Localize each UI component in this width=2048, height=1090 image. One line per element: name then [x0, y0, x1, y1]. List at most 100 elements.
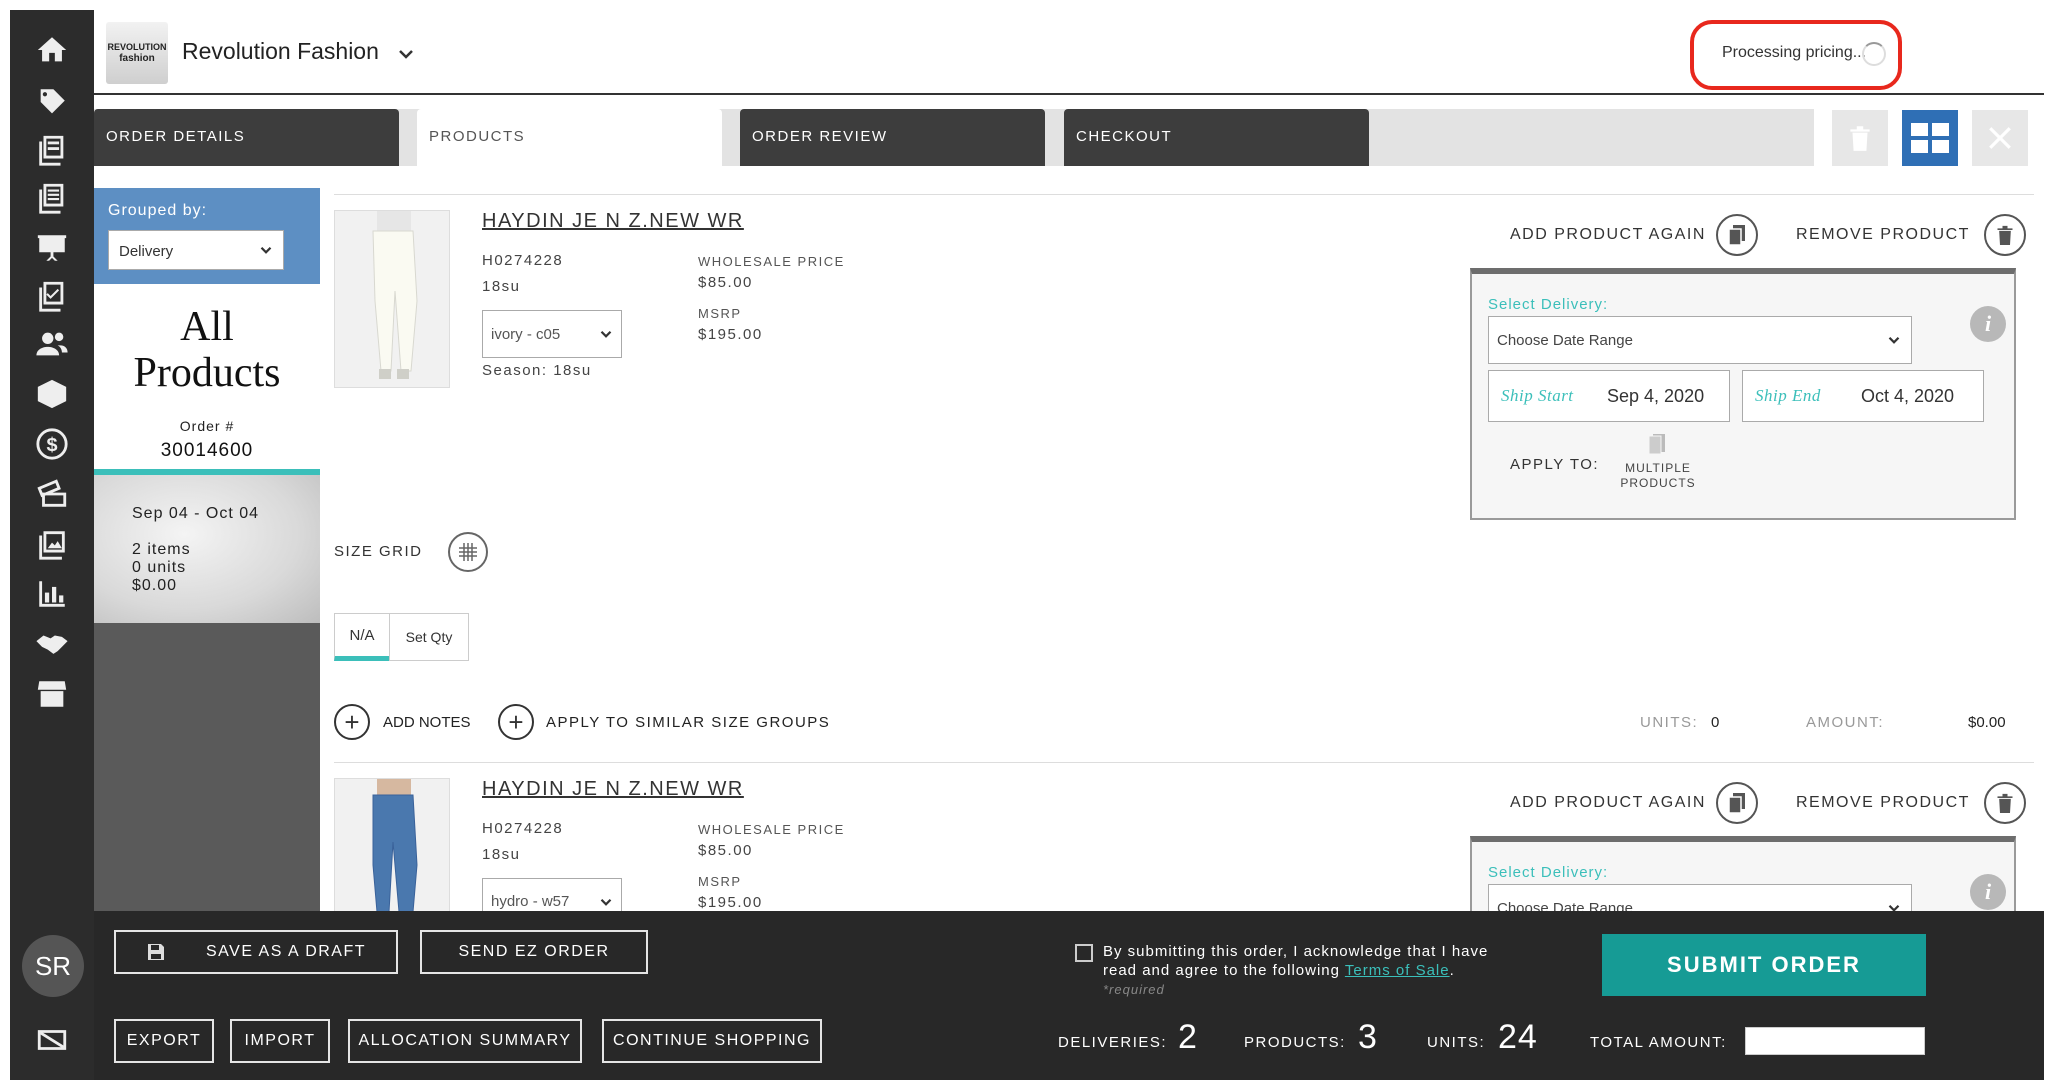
product-season: Season: 18su: [482, 362, 592, 379]
brand-name[interactable]: Revolution Fashion: [182, 38, 379, 65]
close-button[interactable]: [1972, 110, 2028, 166]
msrp-label: MSRP: [698, 306, 742, 321]
dollar-icon[interactable]: $: [10, 416, 94, 472]
total-amount-label: TOTAL AMOUNT:: [1590, 1034, 1727, 1051]
copy-icon: [1728, 793, 1745, 814]
chevron-down-icon: [600, 898, 612, 906]
terms-checkbox[interactable]: [1075, 944, 1093, 962]
qty-tab-na[interactable]: N/A: [334, 613, 390, 661]
date-range-select[interactable]: Choose Date Range: [1488, 884, 1912, 911]
amount-label: AMOUNT:: [1806, 714, 1884, 731]
ship-end-value: Oct 4, 2020: [1861, 386, 1955, 406]
color-select[interactable]: hydro - w57: [482, 878, 622, 911]
page-title: All Products: [94, 304, 320, 396]
chevron-down-icon[interactable]: [394, 42, 418, 66]
grid-icon: [1911, 123, 1949, 153]
users-icon[interactable]: [10, 316, 94, 372]
group-by-value: Delivery: [119, 243, 174, 260]
terms-text: By submitting this order, I acknowledge …: [1103, 942, 1488, 999]
brand-logo: REVOLUTION fashion: [106, 22, 168, 84]
add-notes-label[interactable]: ADD NOTES: [383, 714, 471, 731]
order-number-label: Order #: [179, 418, 235, 434]
info-icon[interactable]: i: [1970, 306, 2006, 342]
ticket-icon[interactable]: [10, 466, 94, 522]
amount-value: $0.00: [1968, 714, 2006, 731]
add-product-again-button[interactable]: [1716, 782, 1758, 824]
left-panel-filler: [94, 623, 320, 911]
product-name-link[interactable]: HAYDIN JE N Z.NEW WR: [482, 778, 744, 801]
send-ez-order-button[interactable]: SEND EZ ORDER: [420, 930, 648, 974]
apply-multiple-products[interactable]: MULTIPLE PRODUCTS: [1608, 432, 1708, 491]
save-icon: [147, 944, 164, 960]
deliveries-count: 2: [1178, 1018, 1198, 1056]
remove-product-label[interactable]: REMOVE PRODUCT: [1796, 226, 1970, 244]
terms-prefix: read and agree to the following: [1103, 962, 1345, 979]
date-range-value: Choose Date Range: [1497, 900, 1633, 911]
submit-order-button[interactable]: SUBMIT ORDER: [1602, 934, 1926, 996]
storefront-icon[interactable]: [10, 666, 94, 722]
product-photo-icon: [335, 779, 449, 911]
group-by-select[interactable]: Delivery: [108, 230, 284, 270]
ship-start-label: Ship Start: [1501, 386, 1574, 405]
tab-order-review[interactable]: ORDER REVIEW: [740, 109, 1045, 166]
date-range-select[interactable]: Choose Date Range: [1488, 316, 1912, 364]
required-note: *required: [1103, 982, 1165, 997]
msrp-price: $195.00: [698, 894, 763, 911]
terms-line-1: By submitting this order, I acknowledge …: [1103, 943, 1489, 960]
ship-end-field[interactable]: Ship End Oct 4, 2020: [1742, 370, 1984, 422]
avatar[interactable]: SR: [22, 935, 84, 997]
product-image[interactable]: [334, 210, 450, 388]
handshake-icon[interactable]: [10, 616, 94, 672]
delivery-units: 0 units: [132, 559, 187, 576]
delivery-dates: Sep 04 - Oct 04: [132, 505, 260, 522]
units-total: 24: [1498, 1018, 1538, 1056]
apply-similar-label[interactable]: APPLY TO SIMILAR SIZE GROUPS: [546, 714, 830, 731]
logo-subtext: fashion: [119, 53, 155, 64]
info-icon[interactable]: i: [1970, 874, 2006, 910]
terms-line-2: read and agree to the following Terms of…: [1103, 961, 1488, 980]
tab-order-details[interactable]: ORDER DETAILS: [94, 109, 399, 166]
spinner-icon: [1862, 42, 1886, 66]
product-name-link[interactable]: HAYDIN JE N Z.NEW WR: [482, 210, 744, 233]
import-button[interactable]: IMPORT: [230, 1019, 330, 1063]
home-icon[interactable]: [10, 22, 94, 78]
delete-order-button[interactable]: [1832, 110, 1888, 166]
remove-product-label[interactable]: REMOVE PRODUCT: [1796, 794, 1970, 812]
tab-products[interactable]: PRODUCTS: [417, 109, 722, 166]
images-icon[interactable]: [10, 516, 94, 572]
ship-start-field[interactable]: Ship Start Sep 4, 2020: [1488, 370, 1730, 422]
remove-product-button[interactable]: [1984, 782, 2026, 824]
add-product-again-label[interactable]: ADD PRODUCT AGAIN: [1510, 794, 1706, 812]
total-amount-field: [1745, 1027, 1925, 1055]
products-count: 3: [1358, 1018, 1378, 1056]
export-button[interactable]: EXPORT: [114, 1019, 214, 1063]
date-range-value: Choose Date Range: [1497, 332, 1633, 349]
delivery-group-card[interactable]: Sep 04 - Oct 04 2 items 0 units $0.00: [94, 475, 320, 623]
save-draft-button[interactable]: SAVE AS A DRAFT: [114, 930, 398, 974]
add-product-again-label[interactable]: ADD PRODUCT AGAIN: [1510, 226, 1706, 244]
chart-icon[interactable]: [10, 566, 94, 622]
close-icon: [1989, 127, 2011, 149]
tab-checkout[interactable]: CHECKOUT: [1064, 109, 1369, 166]
grid-view-button[interactable]: [1902, 110, 1958, 166]
apply-similar-button[interactable]: +: [498, 704, 534, 740]
terms-of-sale-link[interactable]: Terms of Sale: [1345, 962, 1450, 979]
main-sidebar: $ SR: [10, 10, 94, 1080]
product-image[interactable]: [334, 778, 450, 911]
remove-product-button[interactable]: [1984, 214, 2026, 256]
card-icon[interactable]: [10, 1012, 94, 1068]
color-select[interactable]: ivory - c05: [482, 310, 622, 358]
chevron-down-icon: [600, 330, 612, 338]
list-icon[interactable]: [10, 170, 94, 226]
order-number: 30014600: [160, 440, 254, 461]
box-icon[interactable]: [10, 366, 94, 422]
color-value: hydro - w57: [491, 893, 570, 910]
add-product-again-button[interactable]: [1716, 214, 1758, 256]
allocation-summary-button[interactable]: ALLOCATION SUMMARY: [348, 1019, 582, 1063]
qty-tab-set-qty[interactable]: Set Qty: [389, 613, 469, 661]
product-season-code: 18su: [482, 278, 521, 295]
size-grid-button[interactable]: [448, 532, 488, 572]
continue-shopping-button[interactable]: CONTINUE SHOPPING: [602, 1019, 822, 1063]
add-notes-button[interactable]: +: [334, 704, 370, 740]
ship-end-label: Ship End: [1755, 386, 1821, 405]
